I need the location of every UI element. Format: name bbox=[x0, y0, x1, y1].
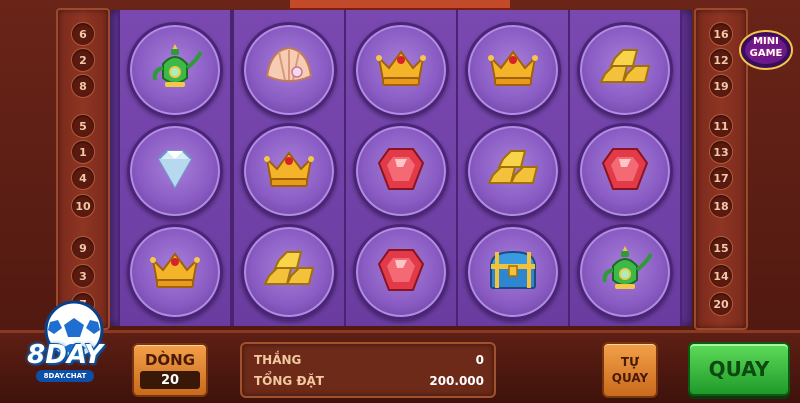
auto-spin-line1: TỰ bbox=[620, 355, 640, 369]
shell-icon bbox=[257, 36, 321, 104]
crown-icon bbox=[481, 36, 545, 104]
line-number-16[interactable]: 16 bbox=[709, 22, 733, 46]
ruby-icon bbox=[369, 238, 433, 306]
line-number-13[interactable]: 13 bbox=[709, 140, 733, 164]
reel-cell bbox=[241, 22, 337, 118]
gold-bars-icon bbox=[257, 238, 321, 306]
line-number-11[interactable]: 11 bbox=[709, 114, 733, 138]
line-number-3[interactable]: 3 bbox=[71, 264, 95, 288]
crown-icon bbox=[143, 238, 207, 306]
line-number-2[interactable]: 2 bbox=[71, 48, 95, 72]
line-number-5[interactable]: 5 bbox=[71, 114, 95, 138]
mini-game-label: MINI GAME bbox=[737, 36, 795, 60]
reel-cell bbox=[353, 224, 449, 320]
win-row: THẮNG 0 bbox=[254, 350, 484, 370]
ruby-icon bbox=[593, 137, 657, 205]
reel-2 bbox=[232, 10, 346, 326]
logo-text: 8DAY bbox=[27, 340, 103, 370]
reel-cell bbox=[127, 22, 223, 118]
reel-cell bbox=[241, 123, 337, 219]
auto-spin-button[interactable]: TỰ QUAY bbox=[602, 342, 658, 398]
gold-bars-icon bbox=[593, 36, 657, 104]
reel-cell bbox=[577, 224, 673, 320]
reel-cell bbox=[241, 224, 337, 320]
crown-icon bbox=[257, 137, 321, 205]
reel-cell bbox=[465, 22, 561, 118]
reel-cell bbox=[127, 224, 223, 320]
left-line-panel: 62851410937 bbox=[56, 8, 110, 330]
win-value: 0 bbox=[475, 353, 484, 367]
line-number-14[interactable]: 14 bbox=[709, 264, 733, 288]
line-number-19[interactable]: 19 bbox=[709, 74, 733, 98]
reel-4 bbox=[456, 10, 570, 326]
line-number-6[interactable]: 6 bbox=[71, 22, 95, 46]
spin-button[interactable]: QUAY bbox=[688, 342, 790, 396]
line-number-10[interactable]: 10 bbox=[71, 194, 95, 218]
ruby-icon bbox=[369, 137, 433, 205]
top-decor bbox=[290, 0, 510, 10]
diamond-icon bbox=[143, 137, 207, 205]
bet-info-panel: THẮNG 0 TỔNG ĐẶT 200.000 bbox=[240, 342, 496, 398]
line-number-9[interactable]: 9 bbox=[71, 236, 95, 260]
line-number-17[interactable]: 17 bbox=[709, 166, 733, 190]
crown-icon bbox=[369, 36, 433, 104]
teapot-icon bbox=[593, 238, 657, 306]
reel-cell bbox=[577, 123, 673, 219]
auto-spin-line2: QUAY bbox=[611, 371, 649, 385]
total-bet-label: TỔNG ĐẶT bbox=[254, 374, 324, 388]
reel-1 bbox=[118, 10, 232, 326]
line-number-20[interactable]: 20 bbox=[709, 292, 733, 316]
reel-cell bbox=[127, 123, 223, 219]
reel-5 bbox=[568, 10, 682, 326]
total-bet-row: TỔNG ĐẶT 200.000 bbox=[254, 371, 484, 391]
mini-game-line2: GAME bbox=[749, 48, 783, 59]
reel-cell bbox=[353, 123, 449, 219]
lines-label: DÒNG bbox=[144, 351, 196, 369]
reel-area bbox=[110, 10, 692, 326]
line-number-15[interactable]: 15 bbox=[709, 236, 733, 260]
line-number-18[interactable]: 18 bbox=[709, 194, 733, 218]
reel-3 bbox=[344, 10, 458, 326]
gold-bars-icon bbox=[481, 137, 545, 205]
reel-cell bbox=[353, 22, 449, 118]
reel-cell bbox=[465, 123, 561, 219]
lines-button[interactable]: DÒNG 20 bbox=[132, 343, 208, 397]
line-number-1[interactable]: 1 bbox=[71, 140, 95, 164]
lines-value: 20 bbox=[140, 371, 200, 389]
reel-cell bbox=[577, 22, 673, 118]
logo-subtext: 8DAY.CHAT bbox=[36, 370, 94, 382]
teapot-icon bbox=[143, 36, 207, 104]
line-number-12[interactable]: 12 bbox=[709, 48, 733, 72]
win-label: THẮNG bbox=[254, 353, 302, 367]
treasure-chest-icon bbox=[481, 238, 545, 306]
mini-game-line1: MINI bbox=[753, 36, 779, 47]
line-number-8[interactable]: 8 bbox=[71, 74, 95, 98]
reel-cell bbox=[465, 224, 561, 320]
line-number-4[interactable]: 4 bbox=[71, 166, 95, 190]
total-bet-value: 200.000 bbox=[429, 374, 484, 388]
